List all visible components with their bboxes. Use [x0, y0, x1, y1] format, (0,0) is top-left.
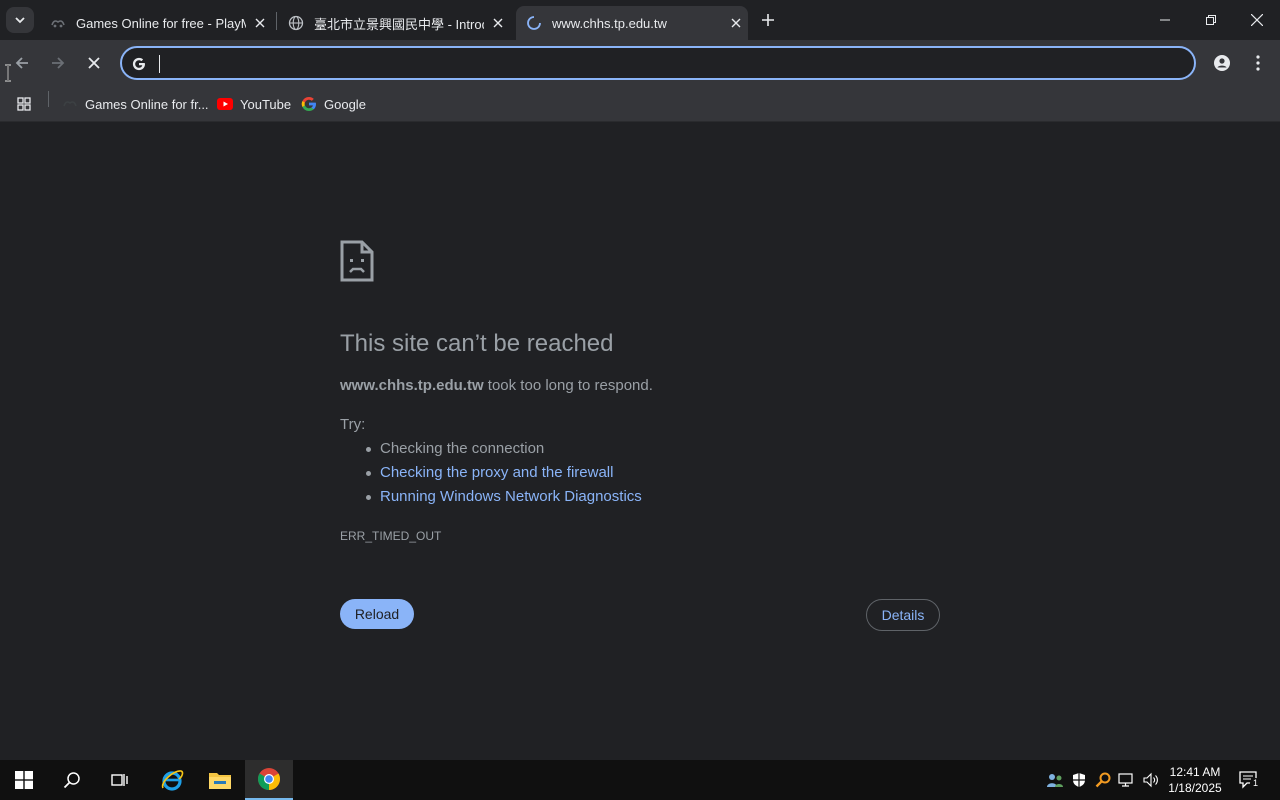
search-icon — [63, 772, 80, 789]
minimize-button[interactable] — [1142, 0, 1188, 40]
bookmark-youtube[interactable]: YouTube — [217, 92, 291, 116]
error-description: www.chhs.tp.edu.tw took too long to resp… — [340, 377, 653, 394]
try-label: Try: — [340, 416, 366, 433]
tab-search-button[interactable] — [6, 7, 34, 33]
plus-icon — [762, 14, 774, 26]
internet-explorer-icon — [161, 770, 184, 791]
tab-title: Games Online for free - PlayMini — [76, 15, 246, 31]
bookmark-playmini[interactable]: Games Online for fr... — [62, 92, 209, 116]
close-window-button[interactable] — [1234, 0, 1280, 40]
address-bar[interactable] — [120, 46, 1196, 80]
address-input[interactable] — [158, 53, 1178, 73]
search-button[interactable] — [48, 760, 96, 800]
tab-strip: Games Online for free - PlayMini 臺北市立景興國… — [0, 0, 1280, 40]
new-tab-button[interactable] — [756, 8, 780, 32]
tab-title: www.chhs.tp.edu.tw — [552, 15, 667, 31]
network-icon — [1118, 773, 1133, 787]
google-g-icon — [130, 55, 148, 73]
bookmark-label: Google — [324, 96, 366, 112]
tab-active-chhs[interactable]: www.chhs.tp.edu.tw — [516, 6, 748, 40]
system-clock[interactable]: 12:41 AM 1/18/2025 — [1162, 764, 1228, 796]
taskbar-internet-explorer[interactable] — [148, 760, 196, 800]
tray-network[interactable] — [1118, 770, 1136, 790]
person-icon — [1214, 55, 1230, 71]
forward-button[interactable] — [44, 49, 72, 77]
suggestion-link-proxy[interactable]: Checking the proxy and the firewall — [380, 464, 613, 481]
youtube-icon — [217, 96, 233, 112]
magnifier-icon — [1095, 772, 1111, 788]
close-icon — [88, 57, 100, 69]
suggestion-item: Checking the connection — [366, 440, 642, 464]
tab-playmini[interactable]: Games Online for free - PlayMini — [40, 6, 276, 40]
start-button[interactable] — [0, 760, 48, 800]
error-code: ERR_TIMED_OUT — [340, 529, 442, 543]
playmini-icon — [62, 96, 78, 112]
profile-button[interactable] — [1208, 49, 1236, 77]
suggestion-link-diagnostics[interactable]: Running Windows Network Diagnostics — [380, 488, 642, 505]
bookmarks-divider — [48, 91, 49, 107]
suggestion-item: Running Windows Network Diagnostics — [366, 488, 642, 512]
clock-time: 12:41 AM — [1169, 765, 1221, 779]
error-host: www.chhs.tp.edu.tw — [340, 377, 484, 394]
people-icon — [1047, 774, 1063, 787]
tab-school[interactable]: 臺北市立景興國民中學 - Introduction — [278, 6, 514, 40]
close-icon — [1251, 14, 1263, 26]
tray-search-app[interactable] — [1094, 770, 1112, 790]
error-message: took too long to respond. — [483, 377, 653, 394]
back-button[interactable] — [8, 49, 36, 77]
chevron-down-icon — [15, 17, 25, 24]
arrow-left-icon — [15, 57, 28, 69]
bookmark-label: YouTube — [240, 96, 292, 112]
close-tab-icon[interactable] — [728, 15, 744, 31]
taskbar: 12:41 AM 1/18/2025 1 — [0, 760, 1280, 800]
chrome-icon — [258, 768, 280, 790]
details-button[interactable]: Details — [866, 599, 940, 631]
loading-spinner-icon — [526, 15, 542, 31]
reload-button[interactable]: Reload — [340, 599, 414, 629]
task-view-icon — [111, 774, 128, 786]
restore-button[interactable] — [1188, 0, 1234, 40]
folder-icon — [209, 773, 231, 789]
suggestion-list: Checking the connection Checking the pro… — [366, 440, 642, 512]
clock-date: 1/18/2025 — [1168, 781, 1222, 795]
globe-icon — [288, 15, 304, 31]
toolbar — [0, 40, 1280, 86]
shield-icon — [1073, 773, 1085, 787]
notification-count: 1 — [1250, 778, 1261, 789]
tray-volume[interactable] — [1142, 770, 1160, 790]
action-center-button[interactable]: 1 — [1238, 770, 1261, 790]
error-page: This site can’t be reached www.chhs.tp.e… — [0, 122, 1280, 760]
sad-document-icon — [340, 240, 374, 282]
suggestion-item: Checking the proxy and the firewall — [366, 464, 642, 488]
text-caret — [159, 55, 160, 73]
restore-icon — [1206, 15, 1216, 25]
tray-people[interactable] — [1046, 770, 1064, 790]
close-tab-icon[interactable] — [252, 15, 268, 31]
close-tab-icon[interactable] — [490, 15, 506, 31]
suggestion-text: Checking the connection — [380, 440, 545, 457]
volume-icon — [1143, 772, 1158, 788]
task-view-button[interactable] — [96, 760, 144, 800]
taskbar-file-explorer[interactable] — [196, 760, 244, 800]
bookmark-google[interactable]: Google — [301, 92, 366, 116]
apps-button[interactable] — [16, 92, 32, 116]
apps-grid-icon — [17, 97, 31, 111]
taskbar-chrome[interactable] — [245, 760, 293, 800]
google-icon — [301, 96, 317, 112]
bookmarks-bar: Games Online for fr... YouTube Google — [0, 86, 1280, 122]
windows-logo-icon — [15, 771, 33, 789]
error-title: This site can’t be reached — [340, 330, 614, 357]
arrow-right-icon — [52, 57, 65, 69]
more-vert-icon — [1256, 55, 1260, 71]
tray-security[interactable] — [1070, 770, 1088, 790]
bookmark-label: Games Online for fr... — [85, 96, 209, 112]
tab-title: 臺北市立景興國民中學 - Introduction — [314, 16, 484, 32]
text-cursor-icon — [5, 64, 11, 82]
menu-button[interactable] — [1244, 49, 1272, 77]
playmini-icon — [50, 15, 66, 31]
minimize-icon — [1160, 19, 1170, 21]
tab-divider — [276, 12, 277, 30]
stop-loading-button[interactable] — [80, 49, 108, 77]
